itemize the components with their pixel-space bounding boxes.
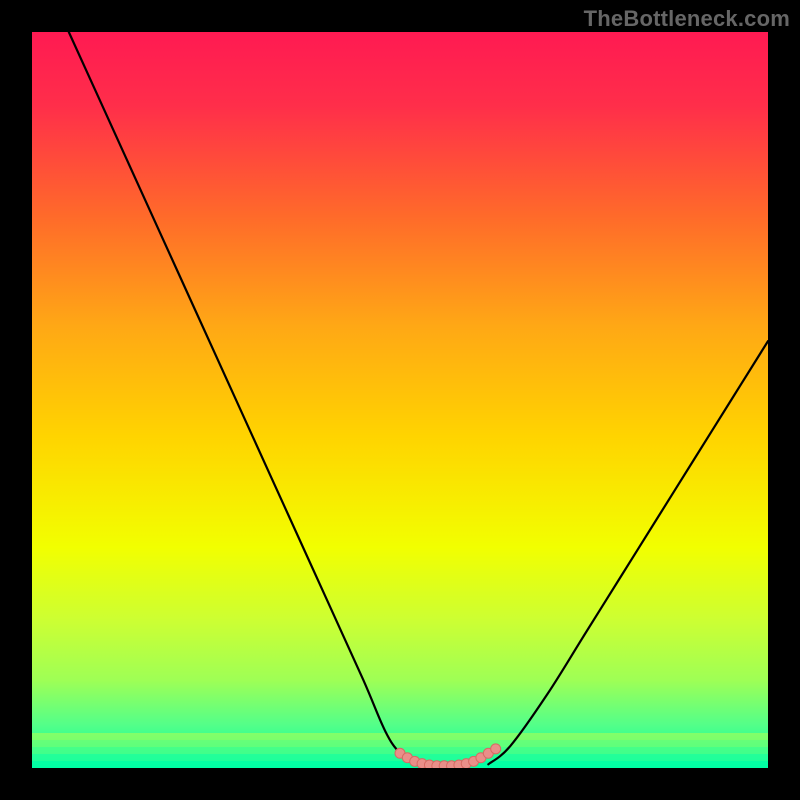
bottom-band bbox=[32, 740, 768, 747]
bottom-band bbox=[32, 761, 768, 768]
bottom-band bbox=[32, 733, 768, 740]
valley-marker bbox=[491, 744, 501, 754]
plot-area bbox=[32, 32, 768, 768]
chart-frame: TheBottleneck.com bbox=[0, 0, 800, 800]
chart-svg bbox=[32, 32, 768, 768]
gradient-background bbox=[32, 32, 768, 768]
watermark-text: TheBottleneck.com bbox=[584, 6, 790, 32]
